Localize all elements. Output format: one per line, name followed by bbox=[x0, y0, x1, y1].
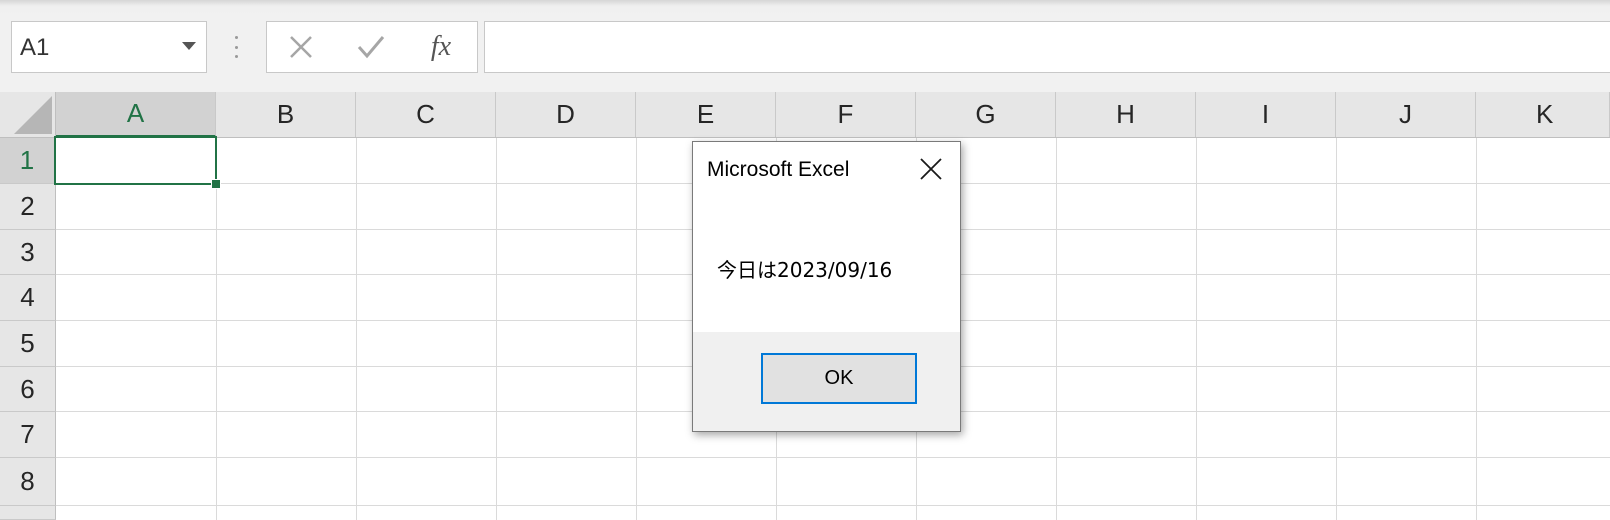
column-header-h[interactable]: H bbox=[1056, 92, 1196, 137]
column-header-b[interactable]: B bbox=[216, 92, 356, 137]
formula-bar-area: A1 fx bbox=[0, 0, 1610, 92]
grid-line bbox=[1056, 138, 1057, 520]
row-header-6[interactable]: 6 bbox=[0, 367, 56, 412]
close-button[interactable] bbox=[916, 154, 946, 184]
fx-icon: fx bbox=[430, 31, 452, 62]
dialog-footer: OK bbox=[693, 332, 960, 431]
dialog-message: 今日は2023/09/16 bbox=[717, 258, 893, 282]
resize-grip-icon[interactable] bbox=[234, 36, 238, 58]
active-cell-a1[interactable] bbox=[54, 136, 217, 185]
grid-line bbox=[1476, 138, 1477, 520]
row-header-7[interactable]: 7 bbox=[0, 412, 56, 458]
ok-button[interactable]: OK bbox=[761, 353, 917, 404]
select-all-triangle-icon bbox=[14, 96, 52, 134]
message-box-dialog: Microsoft Excel 今日は2023/09/16 OK bbox=[692, 141, 961, 432]
name-box-value: A1 bbox=[20, 34, 50, 61]
chevron-down-icon[interactable] bbox=[182, 42, 196, 50]
column-header-d[interactable]: D bbox=[496, 92, 636, 137]
column-headers: A B C D E F G H I J K bbox=[0, 92, 1610, 138]
column-header-g[interactable]: G bbox=[916, 92, 1056, 137]
column-header-j[interactable]: J bbox=[1336, 92, 1476, 137]
grid-line bbox=[1336, 138, 1337, 520]
column-header-c[interactable]: C bbox=[356, 92, 496, 137]
column-header-i[interactable]: I bbox=[1196, 92, 1336, 137]
cancel-entry-button[interactable] bbox=[271, 22, 331, 72]
grid-line bbox=[216, 138, 217, 520]
column-header-e[interactable]: E bbox=[636, 92, 776, 137]
grid-line bbox=[56, 505, 1610, 506]
row-header-4[interactable]: 4 bbox=[0, 275, 56, 321]
grid-line bbox=[356, 138, 357, 520]
grid-line bbox=[636, 138, 637, 520]
grid-line bbox=[56, 457, 1610, 458]
formula-buttons: fx bbox=[266, 21, 478, 73]
name-box[interactable]: A1 bbox=[11, 21, 207, 73]
insert-function-button[interactable]: fx bbox=[411, 22, 471, 72]
close-icon bbox=[920, 158, 942, 180]
grid-line bbox=[1196, 138, 1197, 520]
column-header-a[interactable]: A bbox=[56, 92, 216, 137]
select-all-button[interactable] bbox=[0, 92, 56, 137]
check-icon bbox=[357, 36, 385, 59]
row-header-9[interactable] bbox=[0, 506, 56, 520]
row-header-1[interactable]: 1 bbox=[0, 138, 56, 184]
row-header-3[interactable]: 3 bbox=[0, 230, 56, 275]
dialog-title: Microsoft Excel bbox=[707, 158, 850, 181]
column-header-k[interactable]: K bbox=[1476, 92, 1610, 137]
x-icon bbox=[290, 36, 312, 58]
fill-handle[interactable] bbox=[211, 179, 221, 189]
formula-input[interactable] bbox=[484, 21, 1610, 73]
column-header-f[interactable]: F bbox=[776, 92, 916, 137]
row-header-8[interactable]: 8 bbox=[0, 458, 56, 506]
row-header-5[interactable]: 5 bbox=[0, 321, 56, 367]
grid-line bbox=[496, 138, 497, 520]
row-header-2[interactable]: 2 bbox=[0, 184, 56, 230]
enter-button[interactable] bbox=[341, 22, 401, 72]
